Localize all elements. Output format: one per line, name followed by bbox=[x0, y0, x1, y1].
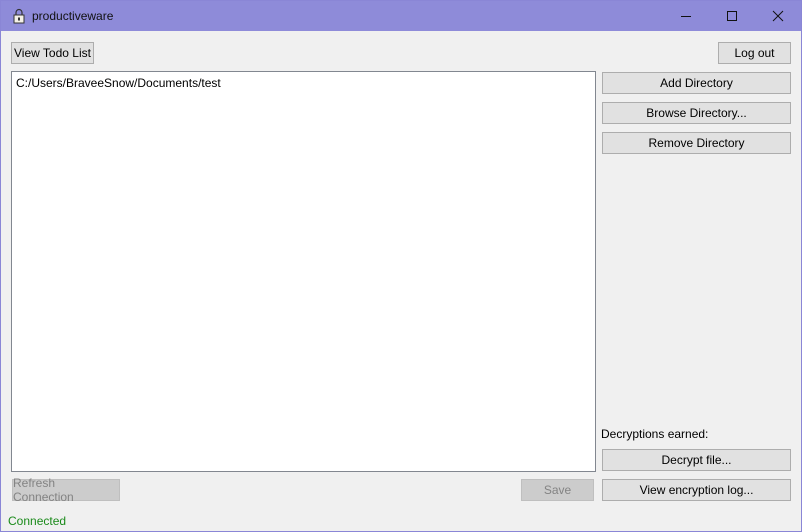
lock-icon bbox=[10, 7, 28, 25]
title-bar[interactable]: productiveware bbox=[1, 1, 801, 31]
refresh-connection-button[interactable]: Refresh Connection bbox=[12, 476, 120, 504]
remove-directory-button[interactable]: Remove Directory bbox=[602, 132, 791, 154]
log-out-button[interactable]: Log out bbox=[718, 42, 791, 64]
add-directory-button[interactable]: Add Directory bbox=[602, 72, 791, 94]
save-button[interactable]: Save bbox=[521, 479, 594, 501]
maximize-button[interactable] bbox=[709, 1, 755, 31]
view-todo-list-button[interactable]: View Todo List bbox=[11, 42, 94, 64]
close-button[interactable] bbox=[755, 1, 801, 31]
window-title: productiveware bbox=[32, 9, 114, 23]
app-window: productiveware View Todo List Log out C:… bbox=[0, 0, 802, 532]
view-encryption-log-button[interactable]: View encryption log... bbox=[602, 479, 791, 501]
directory-list[interactable]: C:/Users/BraveeSnow/Documents/test bbox=[11, 71, 596, 472]
maximize-icon bbox=[727, 11, 737, 21]
browse-directory-button[interactable]: Browse Directory... bbox=[602, 102, 791, 124]
close-icon bbox=[772, 10, 784, 22]
decryptions-earned-label: Decryptions earned: bbox=[601, 427, 709, 441]
minimize-icon bbox=[681, 16, 691, 17]
connection-status: Connected bbox=[8, 514, 67, 528]
minimize-button[interactable] bbox=[663, 1, 709, 31]
list-item[interactable]: C:/Users/BraveeSnow/Documents/test bbox=[12, 72, 595, 90]
decrypt-file-button[interactable]: Decrypt file... bbox=[602, 449, 791, 471]
